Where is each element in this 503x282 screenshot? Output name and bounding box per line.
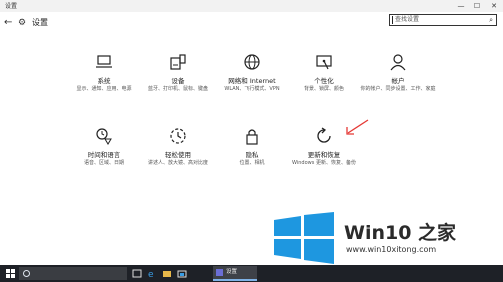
- lock-icon: [246, 129, 258, 145]
- tile-network[interactable]: 网络和 Internet WLAN、飞行模式、VPN: [213, 53, 291, 93]
- laptop-icon: [96, 55, 112, 68]
- tile-name: 轻松使用: [165, 151, 191, 159]
- person-icon: [390, 54, 406, 71]
- taskbar: e 设置: [0, 265, 503, 282]
- search-placeholder: 查找设置: [395, 16, 420, 23]
- taskbar-search-box[interactable]: [19, 267, 127, 280]
- store-icon[interactable]: [177, 269, 187, 278]
- tile-desc: 位置、相机: [239, 160, 265, 166]
- gear-icon: ⚙: [18, 18, 27, 28]
- tile-name: 时间和语言: [87, 151, 121, 159]
- tile-name: 帐户: [391, 77, 405, 85]
- tile-desc: WLAN、飞行模式、VPN: [224, 86, 280, 92]
- file-explorer-icon[interactable]: [162, 269, 172, 278]
- tile-desc: Windows 更新、恢复、备份: [292, 160, 356, 166]
- page-title: 设置: [32, 18, 48, 27]
- close-button[interactable]: ✕: [486, 0, 502, 12]
- search-icon: ⌕: [489, 16, 493, 24]
- refresh-icon: [317, 127, 331, 143]
- tile-desc: 显示、通知、应用、电源: [76, 86, 132, 92]
- tile-name: 网络和 Internet: [228, 77, 276, 85]
- devices-icon: [170, 54, 186, 70]
- tile-time-language[interactable]: 时间和语言 语音、区域、日期: [65, 127, 143, 167]
- tile-name: 个性化: [314, 77, 334, 85]
- globe-icon: [244, 54, 260, 70]
- tile-desc: 你的帐户、同步设置、工作、家庭: [360, 86, 436, 92]
- taskbar-app-label: 设置: [226, 269, 238, 275]
- tile-personalization[interactable]: 个性化 背景、锁屏、颜色: [285, 53, 363, 93]
- windows-logo: [274, 212, 334, 264]
- brand-url: www.win10xitong.com: [346, 245, 437, 254]
- tile-desc: 语音、区域、日期: [83, 160, 124, 166]
- svg-text:e: e: [148, 270, 154, 278]
- back-arrow-icon[interactable]: ←: [4, 16, 16, 30]
- tile-system[interactable]: 系统 显示、通知、应用、电源: [65, 53, 143, 93]
- tile-name: 系统: [97, 77, 111, 85]
- tile-desc: 蓝牙、打印机、鼠标、键盘: [147, 86, 208, 92]
- tile-accounts[interactable]: 帐户 你的帐户、同步设置、工作、家庭: [359, 53, 437, 93]
- window-title-bar: 设置 — ☐ ✕: [0, 0, 503, 12]
- cortana-icon: [23, 270, 30, 277]
- maximize-button[interactable]: ☐: [469, 0, 485, 12]
- brand-text: Win10 之家: [344, 222, 457, 244]
- ease-of-access-icon: [170, 128, 186, 144]
- minimize-button[interactable]: —: [453, 0, 469, 12]
- start-button[interactable]: [6, 269, 15, 278]
- tile-desc: 背景、锁屏、颜色: [303, 86, 344, 92]
- edge-icon[interactable]: e: [147, 269, 157, 278]
- tile-ease-of-access[interactable]: 轻松使用 讲述人、放大镜、高对比度: [139, 127, 217, 167]
- time-language-icon: [96, 128, 112, 145]
- settings-app-icon: [216, 269, 223, 276]
- taskbar-settings-app[interactable]: 设置: [213, 266, 257, 281]
- red-arrow-annotation: [346, 119, 369, 135]
- tile-privacy[interactable]: 隐私 位置、相机: [213, 127, 291, 167]
- paint-icon: [316, 55, 332, 70]
- tile-name: 隐私: [245, 151, 259, 159]
- task-view-icon[interactable]: [132, 269, 142, 278]
- window-title: 设置: [5, 3, 18, 10]
- tile-desc: 讲述人、放大镜、高对比度: [147, 160, 208, 166]
- tile-name: 更新和恢复: [307, 151, 341, 159]
- tile-name: 设备: [171, 77, 185, 85]
- text-cursor: [392, 16, 393, 24]
- search-input[interactable]: 查找设置 ⌕: [389, 14, 497, 26]
- tile-devices[interactable]: 设备 蓝牙、打印机、鼠标、键盘: [139, 53, 217, 93]
